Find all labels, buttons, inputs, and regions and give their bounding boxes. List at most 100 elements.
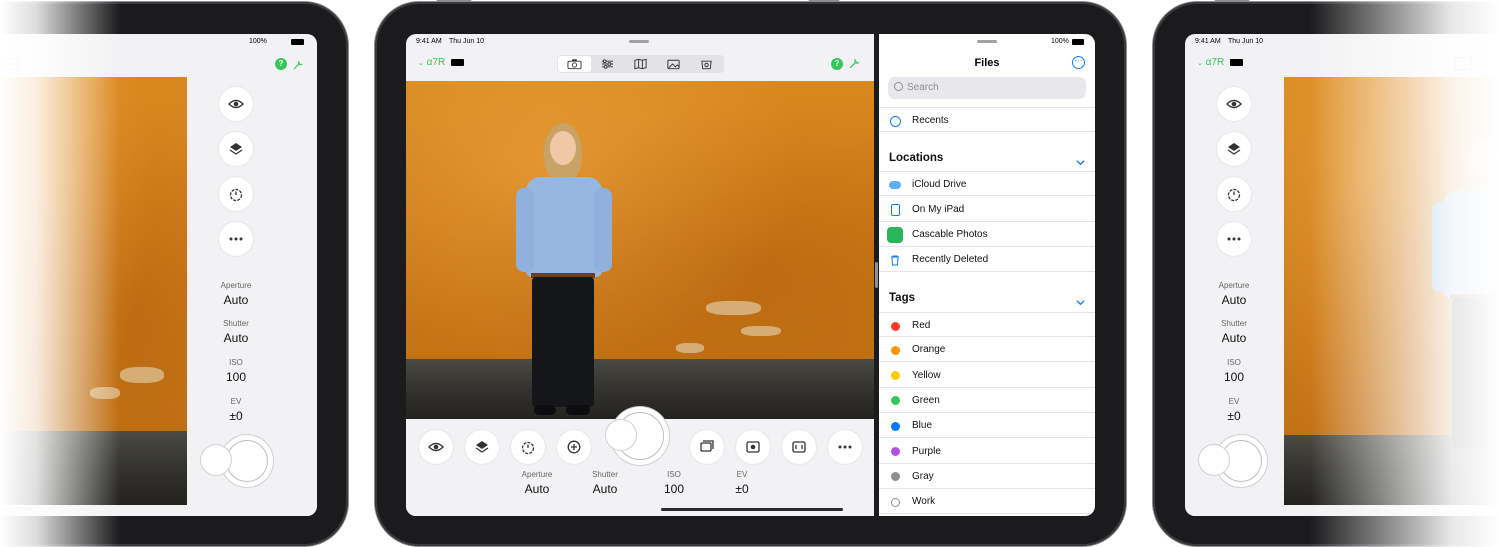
param-aperture[interactable]: Aperture Auto	[1199, 281, 1269, 307]
param-ev[interactable]: EV ±0	[707, 470, 777, 496]
tag-dot	[890, 447, 900, 456]
tag-color-icon	[889, 496, 901, 508]
param-ev[interactable]: EV ±0	[201, 397, 271, 423]
sliders-icon[interactable]	[591, 56, 624, 72]
camera-selector[interactable]: ⌄ α7R	[418, 57, 445, 68]
stabilize-icon[interactable]	[557, 430, 591, 464]
bag-icon[interactable]	[690, 56, 723, 72]
timer-icon[interactable]	[219, 177, 253, 211]
param-iso[interactable]: ISO 100	[1199, 358, 1269, 384]
chevron-down-icon[interactable]	[1076, 154, 1085, 166]
more-icon[interactable]: ···	[1072, 56, 1085, 69]
timer-icon[interactable]	[511, 430, 545, 464]
camera-selector[interactable]: ⌄ α7R	[1197, 57, 1224, 68]
control-panel-right: Aperture Auto Shutter Auto ISO 100 EV ±0	[1185, 77, 1284, 516]
eye-icon[interactable]	[419, 430, 453, 464]
locations-title: Locations	[889, 152, 944, 164]
ipad-right: 9:41 AM Thu Jun 10 ⌄ α7R Aperture Auto Sh…	[1153, 2, 1500, 546]
search-icon	[894, 82, 903, 91]
more-icon[interactable]	[1217, 222, 1251, 256]
param-aperture[interactable]: Aperture Auto	[502, 470, 572, 496]
mode-tabs	[557, 55, 724, 73]
focus-icon[interactable]	[782, 430, 816, 464]
focus-button[interactable]	[1199, 445, 1229, 475]
location-cascable[interactable]: Cascable Photos	[879, 222, 1095, 247]
location-deleted[interactable]: Recently Deleted	[879, 247, 1095, 272]
tag-color-icon	[889, 446, 901, 458]
param-iso[interactable]: ISO 100	[639, 470, 709, 496]
control-panel-left: Aperture Auto Shutter Auto ISO 100 EV ±0	[187, 77, 317, 516]
param-aperture[interactable]: Aperture Auto	[201, 281, 271, 307]
battery-label: 100%	[1051, 38, 1069, 45]
layers-icon[interactable]	[465, 430, 499, 464]
param-shutter[interactable]: Shutter Auto	[1199, 319, 1269, 345]
home-indicator	[661, 508, 843, 511]
param-shutter[interactable]: Shutter Auto	[570, 470, 640, 496]
recents-row[interactable]: Recents	[879, 107, 1095, 132]
photos-icon[interactable]	[3, 58, 19, 70]
cascable-icon	[887, 227, 903, 243]
wrench-icon[interactable]	[848, 57, 861, 70]
tag-dot	[890, 396, 900, 406]
wrench-icon[interactable]	[292, 58, 304, 70]
more-icon[interactable]	[828, 430, 862, 464]
focus-button[interactable]	[201, 445, 231, 475]
multitask-handle[interactable]	[977, 40, 997, 43]
multitask-handle[interactable]	[629, 40, 649, 43]
battery-label-left: 100%	[249, 38, 267, 45]
tag-label: Orange	[912, 344, 946, 356]
ipad-left: 100% ? Aperture Auto Shutter Auto ISO 100 E…	[0, 2, 348, 546]
camera-icon[interactable]	[1454, 57, 1472, 70]
photos-icon[interactable]	[657, 56, 690, 72]
tag-dot	[890, 497, 900, 507]
status-date: Thu Jun 10	[1228, 38, 1264, 45]
camera-name: α7R	[426, 57, 446, 68]
timer-icon[interactable]	[1217, 177, 1251, 211]
param-iso[interactable]: ISO 100	[201, 358, 271, 384]
tag-label: Yellow	[912, 369, 941, 381]
tag-row-blue[interactable]: Blue	[879, 413, 1095, 439]
location-ipad[interactable]: On My iPad	[879, 197, 1095, 222]
gallery-icon[interactable]	[690, 430, 724, 464]
chevron-down-icon[interactable]	[1076, 294, 1085, 306]
status-time: 9:41 AM	[1195, 38, 1221, 45]
tag-row-purple[interactable]: Purple	[879, 439, 1095, 464]
help-badge[interactable]: ?	[275, 58, 287, 70]
bottom-control-bar: Aperture Auto Shutter Auto ISO 100 EV ±0	[406, 407, 874, 516]
camera-preview[interactable]	[406, 81, 874, 419]
search-placeholder: Search	[907, 82, 939, 93]
tag-label: Red	[912, 320, 931, 331]
param-shutter[interactable]: Shutter Auto	[201, 319, 271, 345]
battery-icon	[291, 39, 304, 45]
clock-icon	[889, 115, 901, 127]
layers-icon[interactable]	[219, 132, 253, 166]
tag-label: Gray	[912, 470, 934, 482]
more-icon[interactable]	[219, 222, 253, 256]
layers-icon[interactable]	[1217, 132, 1251, 166]
portrait-subject	[1424, 132, 1500, 462]
tag-color-icon	[889, 420, 901, 432]
battery-icon	[1072, 39, 1084, 45]
location-icloud[interactable]: iCloud Drive	[879, 171, 1095, 196]
tag-row-work[interactable]: Work	[879, 489, 1095, 515]
tag-row-yellow[interactable]: Yellow	[879, 363, 1095, 388]
status-time: 9:41 AM	[416, 38, 442, 45]
param-ev[interactable]: EV ±0	[1199, 397, 1269, 423]
tag-row-green[interactable]: Green	[879, 388, 1095, 413]
tag-row-gray[interactable]: Gray	[879, 464, 1095, 489]
tag-row-orange[interactable]: Orange	[879, 337, 1095, 363]
camera-app: 9:41 AM Thu Jun 10 ⌄ α7R ? Aperture Auto…	[406, 34, 874, 516]
camera-preview-right	[1284, 77, 1500, 505]
eye-icon[interactable]	[219, 87, 253, 121]
live-view-icon[interactable]	[736, 430, 770, 464]
tag-color-icon	[889, 320, 901, 332]
help-badge[interactable]: ?	[831, 58, 843, 70]
focus-button[interactable]	[606, 420, 636, 450]
eye-icon[interactable]	[1217, 87, 1251, 121]
tag-row-red[interactable]: Red	[879, 312, 1095, 337]
tag-dot	[890, 345, 900, 355]
home-indicator	[0, 507, 32, 510]
camera-icon[interactable]	[558, 56, 591, 72]
search-field[interactable]: Search	[888, 77, 1086, 99]
map-icon[interactable]	[624, 56, 657, 72]
